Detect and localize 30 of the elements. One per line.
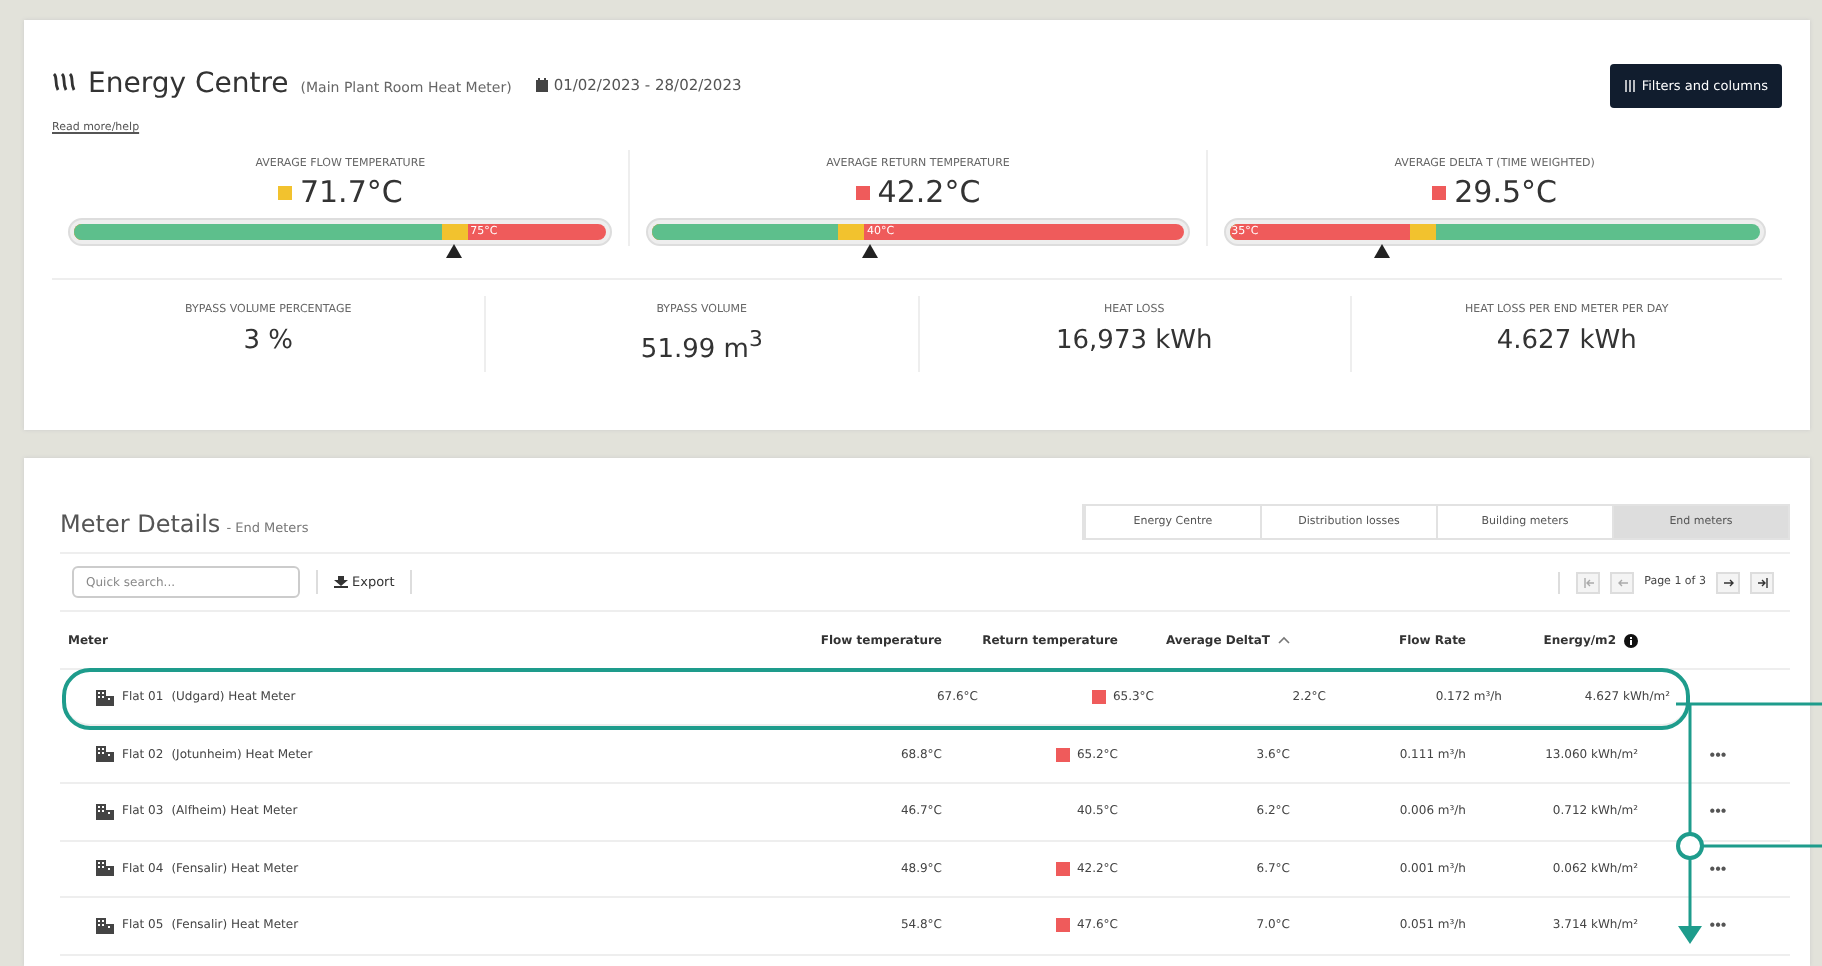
next-page-button[interactable] xyxy=(1716,571,1740,593)
metric-value: 71.7°C xyxy=(299,174,403,210)
metric-value: 51.99 m$^{3}$ xyxy=(640,326,763,365)
sort-icon xyxy=(1278,636,1290,644)
metric-value: 16,973 kWh xyxy=(1056,326,1213,356)
arrow-right-icon xyxy=(1723,577,1733,587)
building-icon xyxy=(96,917,114,934)
metric-value: 42.2°C xyxy=(877,174,981,210)
heat-icon xyxy=(52,72,76,92)
metric-value: 4.627 kWh xyxy=(1496,326,1637,356)
download-icon xyxy=(334,576,348,588)
building-icon xyxy=(96,860,114,877)
more-button[interactable]: ••• xyxy=(1709,916,1727,935)
first-page-icon xyxy=(1583,577,1594,587)
last-page-icon xyxy=(1757,577,1767,587)
page-title: Energy Centre xyxy=(88,68,289,100)
calendar-icon xyxy=(535,78,548,92)
building-icon xyxy=(96,746,114,763)
last-page-button[interactable] xyxy=(1750,571,1774,593)
arrow-left-icon xyxy=(1617,577,1628,587)
info-icon xyxy=(1624,633,1638,647)
filter-icon xyxy=(1623,80,1636,92)
metric-value: 3 % xyxy=(243,326,293,356)
section-title: Meter Details xyxy=(60,510,221,538)
building-icon xyxy=(96,689,114,706)
more-button[interactable]: ••• xyxy=(1709,859,1727,878)
more-button[interactable]: ••• xyxy=(1709,802,1727,821)
metric-value: 29.5°C xyxy=(1454,174,1558,210)
more-button[interactable]: ••• xyxy=(1709,745,1727,764)
building-icon xyxy=(96,803,114,820)
